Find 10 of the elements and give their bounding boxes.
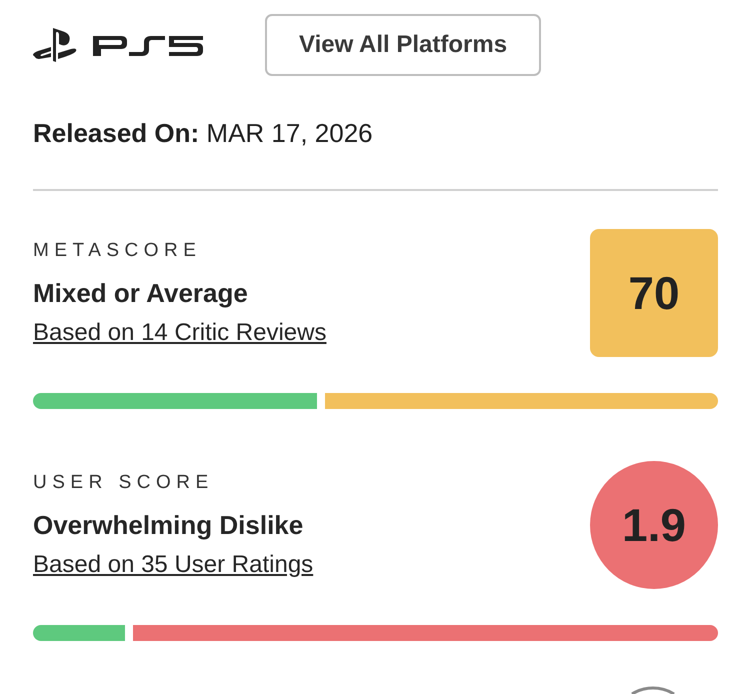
reviews-link[interactable]: Based on 14 Critic Reviews xyxy=(33,318,326,346)
score-verdict: Mixed or Average xyxy=(33,278,249,308)
release-date-text: Released On: MAR 17, 2026 xyxy=(33,118,373,148)
score-badge: 70 xyxy=(590,229,718,357)
reviews-link[interactable]: Based on 35 User Ratings xyxy=(33,550,314,578)
score-label: USER SCORE xyxy=(33,472,215,494)
score-verdict: Overwhelming Dislike xyxy=(33,510,304,540)
score-badge: 1.9 xyxy=(590,461,718,589)
score-label: METASCORE xyxy=(33,240,202,262)
view-all-platforms-button[interactable]: View All Platforms xyxy=(265,14,542,76)
